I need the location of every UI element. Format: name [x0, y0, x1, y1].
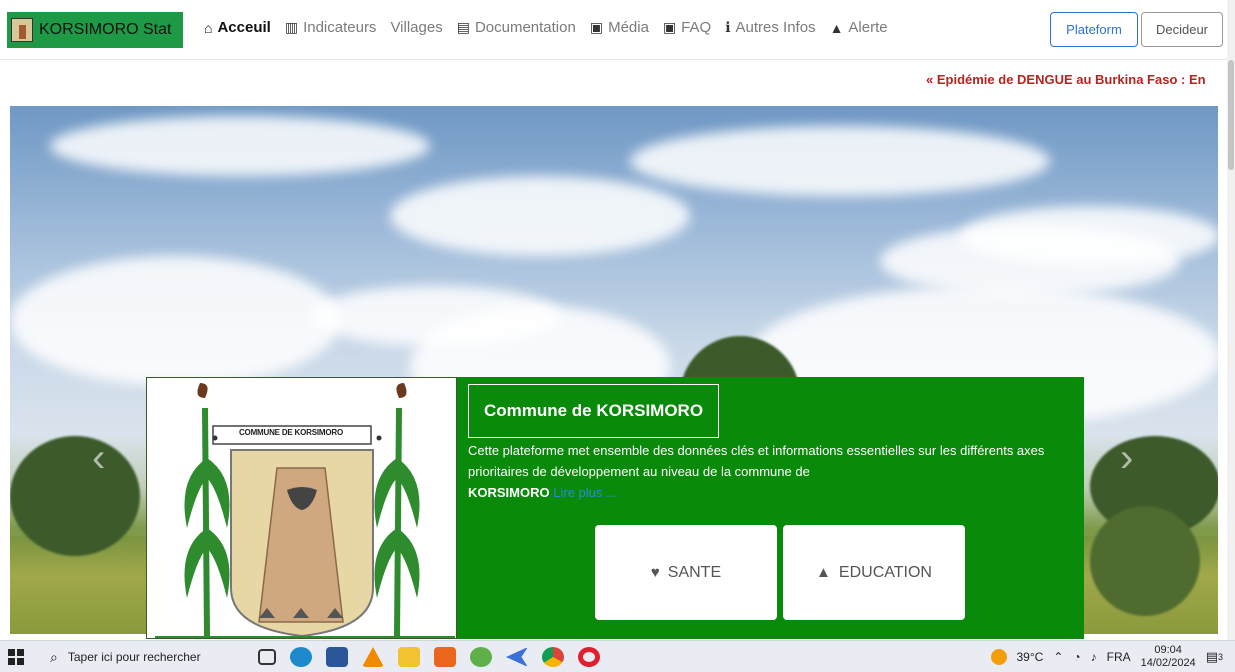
scrollbar-thumb[interactable] — [1228, 60, 1234, 170]
speaker-icon[interactable]: ♪ — [1091, 650, 1097, 664]
nav-autres-infos[interactable]: ℹ Autres Infos — [725, 19, 815, 36]
chrome-icon[interactable] — [542, 647, 564, 667]
nav-label: Autres Infos — [735, 19, 816, 36]
clock-date: 14/02/2024 — [1140, 657, 1196, 669]
nav-label: Villages — [390, 19, 443, 36]
windows-taskbar: ⌕ Taper ici pour rechercher 39°C ⌃ ◔ ♪ F… — [0, 640, 1235, 672]
education-button[interactable]: ▲ EDUCATION — [783, 525, 965, 620]
decideur-button[interactable]: Decideur — [1141, 12, 1223, 47]
windows-start-icon[interactable] — [8, 649, 24, 665]
notification-icon[interactable]: ▤ — [1206, 649, 1218, 665]
nav-indicateurs[interactable]: ▥ Indicateurs — [285, 19, 377, 36]
clock[interactable]: 09:04 14/02/2024 — [1141, 644, 1196, 670]
page-scrollbar[interactable] — [1227, 0, 1235, 640]
description-strong: KORSIMORO — [468, 485, 550, 500]
heartbeat-icon: ♥ — [650, 564, 660, 581]
nav-villages[interactable]: Villages — [390, 19, 442, 36]
sante-button[interactable]: ♥ SANTE — [595, 525, 777, 620]
search-placeholder: Taper ici pour rechercher — [67, 650, 201, 664]
nav-label: Média — [608, 19, 649, 36]
notification-count: 3 — [1217, 652, 1223, 662]
nav-documentation[interactable]: ▤ Documentation — [457, 19, 576, 36]
nav-acceuil[interactable]: ⌂ Acceuil — [204, 19, 271, 36]
sante-label: SANTE — [667, 563, 722, 581]
nav-label: FAQ — [681, 19, 712, 36]
search-icon: ⌕ — [50, 648, 58, 665]
nav-label: Acceuil — [217, 19, 271, 36]
description-text: Cette plateforme met ensemble des donnée… — [468, 443, 1045, 479]
taskbar-apps — [258, 647, 600, 667]
carousel-prev-icon[interactable]: ‹ — [92, 436, 105, 481]
file-explorer-icon[interactable] — [398, 647, 420, 667]
commune-emblem-icon — [155, 383, 455, 638]
share-icon[interactable] — [506, 647, 528, 667]
word-icon[interactable] — [326, 647, 348, 667]
qgis-icon[interactable] — [470, 647, 492, 667]
chevron-up-icon[interactable]: ⌃ — [1053, 650, 1063, 664]
education-label: EDUCATION — [838, 563, 932, 581]
brand-name: KORSIMORO Stat — [39, 21, 172, 38]
weather-sun-icon[interactable] — [990, 649, 1007, 665]
wifi-icon[interactable]: ◔ — [1073, 650, 1080, 664]
commune-description: Cette plateforme met ensemble des donnée… — [468, 440, 1058, 503]
brand-logo-link[interactable]: KORSIMORO Stat — [7, 12, 183, 48]
language-indicator[interactable]: FRA — [1107, 650, 1131, 664]
commune-emblem-icon — [11, 18, 33, 42]
carousel-next-icon[interactable]: › — [1120, 436, 1133, 481]
nav-label: Documentation — [474, 19, 576, 36]
system-tray: 39°C ⌃ ◔ ♪ FRA 09:04 14/02/2024 ▤ 3 — [990, 643, 1223, 671]
navbar: KORSIMORO Stat ⌂ Acceuil ▥ Indicateurs V… — [0, 0, 1235, 60]
nav-faq[interactable]: ▣ FAQ — [663, 19, 711, 36]
home-icon: ⌂ — [204, 19, 213, 36]
nav-label: Alerte — [848, 19, 888, 36]
vlc-icon[interactable] — [362, 647, 384, 667]
browser-page: KORSIMORO Stat ⌂ Acceuil ▥ Indicateurs V… — [0, 0, 1235, 672]
logo-banner-text: COMMUNE DE KORSIMORO — [238, 428, 343, 437]
commune-logo-panel: COMMUNE DE KORSIMORO — [146, 377, 457, 639]
nav-label: Indicateurs — [303, 19, 377, 36]
media-icon: ▣ — [589, 19, 604, 35]
sublime-icon[interactable] — [434, 647, 456, 667]
clock-time: 09:04 — [1154, 644, 1182, 656]
task-view-icon[interactable] — [258, 649, 276, 665]
news-ticker: « Epidémie de DENGUE au Burkina Faso : E… — [0, 68, 1235, 92]
book-icon: ▤ — [456, 19, 470, 35]
warning-icon: ▲ — [829, 19, 844, 36]
plateform-button[interactable]: Plateform — [1050, 12, 1138, 47]
commune-info-panel: Commune de KORSIMORO Cette plateforme me… — [457, 377, 1084, 639]
temperature[interactable]: 39°C — [1017, 650, 1044, 664]
nav-media[interactable]: ▣ Média — [590, 19, 649, 36]
read-more-link[interactable]: Lire plus ... — [553, 485, 617, 500]
ticker-text[interactable]: « Epidémie de DENGUE au Burkina Faso : E… — [926, 72, 1206, 87]
faq-icon: ▣ — [662, 19, 677, 35]
commune-title: Commune de KORSIMORO — [468, 384, 719, 438]
main-nav: ⌂ Acceuil ▥ Indicateurs Villages ▤ Docum… — [204, 19, 888, 36]
taskbar-search[interactable]: ⌕ Taper ici pour rechercher — [40, 645, 245, 669]
graduation-cap-icon: ▲ — [816, 564, 831, 581]
nav-alerte[interactable]: ▲ Alerte — [830, 19, 888, 36]
edge-icon[interactable] — [290, 647, 312, 667]
opera-icon[interactable] — [578, 647, 600, 667]
chart-icon: ▥ — [284, 19, 299, 35]
info-icon: ℹ — [725, 19, 731, 35]
